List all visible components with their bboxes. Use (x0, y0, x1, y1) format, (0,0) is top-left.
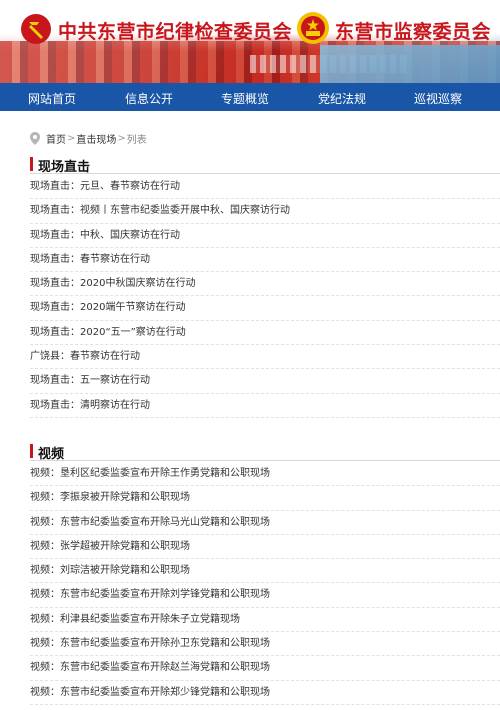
list-item[interactable]: 视频：李振泉被开除党籍和公职现场 (30, 486, 500, 511)
nav-item-regulations[interactable]: 党纪法规 (318, 90, 366, 107)
breadcrumb: 首页 > 直击现场 > 列表 (30, 131, 147, 146)
list-item[interactable]: 现场直击：春节察访在行动 (30, 248, 500, 273)
section-accent-bar (30, 444, 33, 458)
nav-item-inspection[interactable]: 巡视巡察 (414, 90, 462, 107)
list-item[interactable]: 视频：刘琮洁被开除党籍和公职现场 (30, 559, 500, 584)
list-item[interactable]: 现场直击：中秋、国庆察访在行动 (30, 224, 500, 249)
section-header: 现场直击 (30, 156, 500, 175)
list-item[interactable]: 现场直击：2020端午节察访在行动 (30, 296, 500, 322)
list-item[interactable]: 现场直击：元旦、春节察访在行动 (30, 175, 500, 200)
location-pin-icon (30, 132, 40, 145)
list-item[interactable]: 视频：东营市纪委监委宣布开除郑少锋党籍和公职现场 (30, 681, 500, 706)
list-item[interactable]: 视频：垦利区纪委监委宣布开除王作勇党籍和公职现场 (30, 462, 500, 487)
site-title-supervisory-commission: 东营市监察委员会 (335, 21, 492, 43)
section-title: 视频 (38, 447, 65, 462)
list-item[interactable]: 现场直击：清明察访在行动 (30, 394, 500, 419)
section-video: 视频 视频：垦利区纪委监委宣布开除王作勇党籍和公职现场 视频：李振泉被开除党籍和… (30, 443, 500, 706)
list-item[interactable]: 视频：东营市纪委监委宣布开除马光山党籍和公职现场 (30, 511, 500, 536)
breadcrumb-current: 列表 (126, 135, 147, 146)
list-item[interactable]: 现场直击：2020中秋国庆察访在行动 (30, 272, 500, 297)
breadcrumb-home[interactable]: 首页 (46, 131, 66, 146)
list-item[interactable]: 视频：东营市纪委监委宣布开除刘学锋党籍和公职现场 (30, 583, 500, 609)
section-title: 现场直击 (38, 160, 91, 175)
section-header: 视频 (30, 443, 500, 462)
breadcrumb-separator: > (117, 133, 126, 144)
list-item[interactable]: 视频：东营市纪委监委宣布开除赵兰海党籍和公职现场 (30, 656, 500, 681)
section-live-report: 现场直击 现场直击：元旦、春节察访在行动 现场直击：视频丨东营市纪委监委开展中秋… (30, 156, 500, 419)
list-item[interactable]: 视频：利津县纪委监委宣布开除朱子立党籍现场 (30, 608, 500, 633)
article-list: 视频：垦利区纪委监委宣布开除王作勇党籍和公职现场 视频：李振泉被开除党籍和公职现… (30, 462, 500, 706)
nav-item-info-disclosure[interactable]: 信息公开 (125, 90, 173, 107)
list-item[interactable]: 现场直击：视频丨东营市纪委监委开展中秋、国庆察访行动 (30, 199, 500, 224)
section-accent-bar (30, 157, 33, 171)
list-item[interactable]: 现场直击：五一察访在行动 (30, 369, 500, 394)
list-item[interactable]: 广饶县：春节察访在行动 (30, 345, 500, 370)
site-title-discipline-commission: 中共东营市纪律检查委员会 (58, 21, 293, 43)
banner-water (320, 45, 500, 83)
main-nav: 网站首页 信息公开 专题概览 党纪法规 巡视巡察 (0, 83, 500, 111)
list-item[interactable]: 现场直击：2020“五一”察访在行动 (30, 321, 500, 346)
breadcrumb-section[interactable]: 直击现场 (76, 131, 116, 146)
article-list: 现场直击：元旦、春节察访在行动 现场直击：视频丨东营市纪委监委开展中秋、国庆察访… (30, 175, 500, 419)
list-item[interactable]: 视频：张学超被开除党籍和公职现场 (30, 535, 500, 560)
list-item[interactable]: 视频：东营市纪委监委宣布开除孙卫东党籍和公职现场 (30, 632, 500, 657)
header-banner: 中共东营市纪律检查委员会 东营市监察委员会 (0, 0, 500, 83)
national-emblem-icon (297, 12, 329, 44)
party-emblem-icon (21, 14, 51, 44)
nav-item-topics[interactable]: 专题概览 (221, 90, 269, 107)
breadcrumb-separator: > (67, 133, 76, 144)
nav-item-home[interactable]: 网站首页 (28, 90, 76, 107)
